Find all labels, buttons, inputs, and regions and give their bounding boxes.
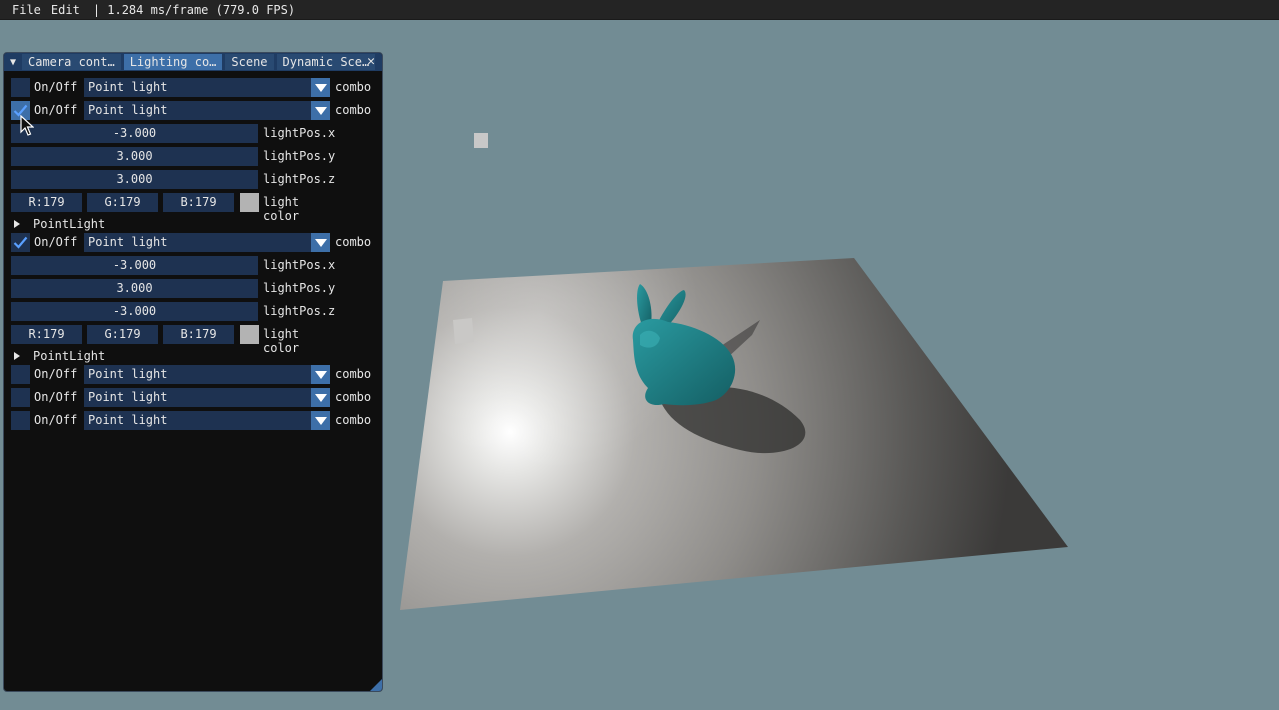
onoff-label: On/Off [34,413,78,427]
settings-window: ▼ Camera cont… Lighting co… Scene Dynami… [3,52,383,692]
combo-label: combo [335,413,372,427]
combo-value: Point light [88,103,168,117]
light-color-label: light color [263,195,300,223]
light-toggle-checkbox[interactable] [11,388,30,407]
close-icon[interactable]: ✕ [364,54,378,70]
light-type-combo[interactable]: Point light [84,233,330,252]
combo-label: combo [335,367,372,381]
light-gizmo-1 [474,133,488,148]
light-toggle-checkbox[interactable] [11,233,30,252]
chevron-down-icon[interactable] [311,365,330,384]
light-type-combo[interactable]: Point light [84,78,330,97]
onoff-label: On/Off [34,367,78,381]
combo-label: combo [335,103,372,117]
color-r-field[interactable]: R:179 [11,325,82,344]
chevron-down-icon[interactable] [311,78,330,97]
pos-z-label: lightPos.z [263,304,336,318]
tree-label: PointLight [33,349,106,363]
chevron-down-icon[interactable] [311,233,330,252]
light-pos-z-slider[interactable]: -3.000 [11,302,258,321]
chevron-down-icon[interactable] [311,388,330,407]
color-swatch[interactable] [240,193,259,212]
light-toggle-checkbox[interactable] [11,411,30,430]
combo-value: Point light [88,413,168,427]
combo-label: combo [335,80,372,94]
color-b-field[interactable]: B:179 [163,193,234,212]
tree-label: PointLight [33,217,106,231]
chevron-down-icon[interactable] [311,411,330,430]
color-r-field[interactable]: R:179 [11,193,82,212]
menu-file[interactable]: File [0,3,48,17]
combo-value: Point light [88,80,168,94]
light-toggle-checkbox[interactable] [11,78,30,97]
light-pos-x-slider[interactable]: -3.000 [11,256,258,275]
light-pos-y-slider[interactable]: 3.000 [11,147,258,166]
light-type-combo[interactable]: Point light [84,411,330,430]
checkmark-icon [13,236,28,249]
onoff-label: On/Off [34,103,78,117]
light-pos-y-slider[interactable]: 3.000 [11,279,258,298]
combo-label: combo [335,390,372,404]
pos-z-label: lightPos.z [263,172,336,186]
light-type-combo[interactable]: Point light [84,101,330,120]
resize-grip-icon[interactable] [370,679,382,691]
light-type-combo[interactable]: Point light [84,388,330,407]
pos-y-label: lightPos.y [263,149,336,163]
combo-value: Point light [88,235,168,249]
window-tab-bar: ▼ Camera cont… Lighting co… Scene Dynami… [4,53,382,71]
pos-x-label: lightPos.x [263,126,336,140]
light-pos-z-slider[interactable]: 3.000 [11,170,258,189]
triangle-right-icon [14,220,20,228]
light-pos-x-slider[interactable]: -3.000 [11,124,258,143]
color-g-field[interactable]: G:179 [87,325,158,344]
frame-stats: | 1.284 ms/frame (779.0 FPS) [92,2,296,17]
tab-dynamic-scene[interactable]: Dynamic Sce… [276,54,376,70]
light-color-label: light color [263,327,300,355]
chevron-down-icon[interactable] [311,101,330,120]
combo-value: Point light [88,367,168,381]
onoff-label: On/Off [34,80,78,94]
onoff-label: On/Off [34,390,78,404]
tab-scene[interactable]: Scene [225,54,274,70]
light-gizmo-2 [453,318,474,344]
color-b-field[interactable]: B:179 [163,325,234,344]
tab-lighting-controls[interactable]: Lighting co… [123,54,223,70]
color-g-field[interactable]: G:179 [87,193,158,212]
combo-label: combo [335,235,372,249]
tab-camera-controls[interactable]: Camera cont… [22,54,121,70]
combo-value: Point light [88,390,168,404]
mouse-cursor-icon [20,115,34,136]
onoff-label: On/Off [34,235,78,249]
menu-bar: File Edit | 1.284 ms/frame (779.0 FPS) [0,0,1279,20]
pos-y-label: lightPos.y [263,281,336,295]
light-type-combo[interactable]: Point light [84,365,330,384]
pos-x-label: lightPos.x [263,258,336,272]
menu-edit[interactable]: Edit [48,3,87,17]
light-toggle-checkbox[interactable] [11,365,30,384]
color-swatch[interactable] [240,325,259,344]
triangle-right-icon [14,352,20,360]
collapse-arrow-icon[interactable]: ▼ [7,57,19,68]
